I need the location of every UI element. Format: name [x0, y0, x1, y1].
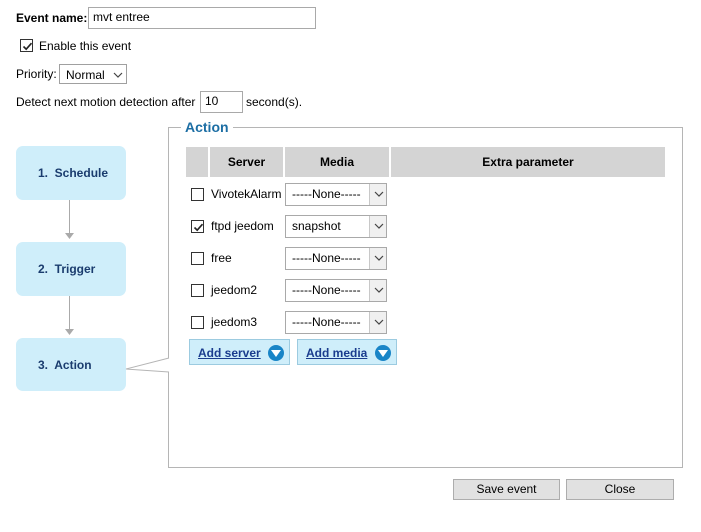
- dropdown-circle-icon: [268, 345, 284, 361]
- server-name: jeedom2: [211, 283, 258, 297]
- media-select[interactable]: -----None-----: [285, 279, 387, 302]
- server-name: ftpd jeedom: [211, 219, 274, 233]
- step-connector: [69, 296, 70, 332]
- event-name-label: Event name:: [16, 11, 88, 25]
- checkmark-icon: [22, 42, 33, 51]
- chevron-down-icon: [369, 216, 386, 237]
- server-name: VivotekAlarm: [211, 187, 282, 201]
- media-select[interactable]: -----None-----: [285, 247, 387, 270]
- server-name: free: [211, 251, 232, 265]
- step-connector: [69, 200, 70, 236]
- enable-event-checkbox[interactable]: [20, 39, 33, 52]
- save-event-button[interactable]: Save event: [453, 479, 560, 500]
- server-checkbox[interactable]: [191, 316, 204, 329]
- server-checkbox[interactable]: [191, 188, 204, 201]
- event-name-input[interactable]: mvt entree: [88, 7, 316, 29]
- detect-prefix-label: Detect next motion detection after: [16, 95, 196, 109]
- add-server-label: Add server: [198, 346, 261, 360]
- add-media-label: Add media: [306, 346, 368, 360]
- enable-event-label: Enable this event: [39, 39, 132, 53]
- detect-suffix-label: second(s).: [246, 95, 303, 109]
- media-value: -----None-----: [292, 283, 361, 297]
- table-header-media: Media: [285, 147, 389, 177]
- table-header-checkbox-col: [186, 147, 208, 177]
- add-server-button[interactable]: Add server: [189, 339, 290, 365]
- priority-label: Priority:: [16, 67, 57, 81]
- step-schedule-label: 1. Schedule: [38, 166, 109, 180]
- media-value: -----None-----: [292, 315, 361, 329]
- pointer-notch: [125, 357, 170, 373]
- table-header-extra: Extra parameter: [391, 147, 665, 177]
- arrow-down-icon: [65, 233, 74, 239]
- action-panel: [168, 127, 683, 468]
- step-action-label: 3. Action: [38, 357, 92, 372]
- table-header-server: Server: [210, 147, 283, 177]
- arrow-down-icon: [65, 329, 74, 335]
- dropdown-circle-icon: [375, 345, 391, 361]
- detect-seconds-input[interactable]: 10: [200, 91, 243, 113]
- chevron-down-icon: [369, 312, 386, 333]
- add-media-button[interactable]: Add media: [297, 339, 397, 365]
- chevron-down-icon: [369, 248, 386, 269]
- step-trigger[interactable]: 2. Trigger: [16, 242, 126, 296]
- server-name: jeedom3: [211, 315, 258, 329]
- priority-select[interactable]: Normal: [59, 64, 127, 84]
- media-value: snapshot: [292, 219, 341, 233]
- server-checkbox[interactable]: [191, 252, 204, 265]
- chevron-down-icon: [109, 65, 126, 83]
- media-value: -----None-----: [292, 251, 361, 265]
- chevron-down-icon: [369, 280, 386, 301]
- media-select[interactable]: -----None-----: [285, 311, 387, 334]
- action-legend: Action: [181, 119, 233, 135]
- media-select[interactable]: snapshot: [285, 215, 387, 238]
- close-button[interactable]: Close: [566, 479, 674, 500]
- server-checkbox[interactable]: [191, 284, 204, 297]
- chevron-down-icon: [369, 184, 386, 205]
- step-schedule[interactable]: 1. Schedule: [16, 146, 126, 200]
- media-value: -----None-----: [292, 187, 361, 201]
- media-select[interactable]: -----None-----: [285, 183, 387, 206]
- checkmark-icon: [193, 223, 204, 232]
- server-checkbox[interactable]: [191, 220, 204, 233]
- step-action[interactable]: 3. Action: [16, 338, 126, 391]
- step-trigger-label: 2. Trigger: [38, 262, 96, 276]
- priority-value: Normal: [66, 68, 105, 82]
